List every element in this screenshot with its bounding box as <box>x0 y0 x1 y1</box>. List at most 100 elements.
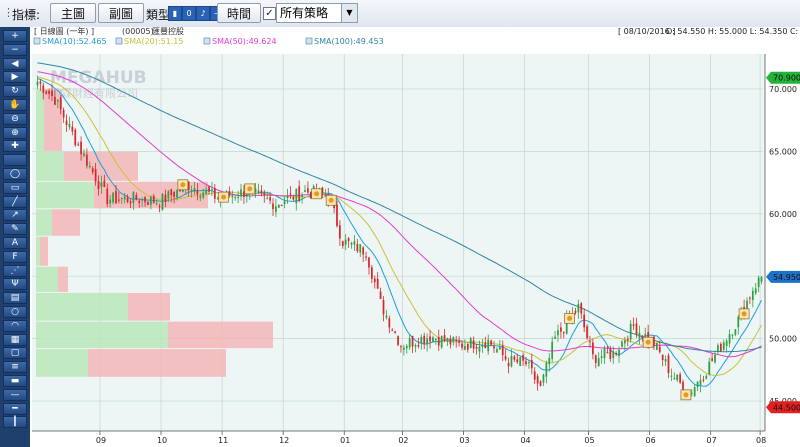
pitchfork-icon[interactable]: Ψ <box>3 278 27 291</box>
price-chart[interactable]: MEGAHUB 駿霖財經有限公司 [ 日線圖 (一年) ] (00005) 匯豐… <box>30 27 800 447</box>
candle-body <box>74 129 77 146</box>
zoom-out-icon[interactable]: ⊖ <box>3 112 27 125</box>
candle-body <box>661 354 664 361</box>
vline-icon[interactable]: ┃ <box>3 416 27 429</box>
candle-body <box>301 194 303 197</box>
strategy-checkbox[interactable]: ✓ <box>263 7 276 20</box>
candle-body <box>51 90 53 96</box>
refresh-icon[interactable]: ↻ <box>3 85 27 98</box>
hline-icon[interactable]: ━ <box>3 402 27 415</box>
left-arrow-icon[interactable]: ◀ <box>3 57 27 70</box>
candle-body <box>344 239 347 245</box>
candle-body <box>304 190 306 192</box>
line-icon[interactable]: ╱ <box>3 195 27 208</box>
candle-body <box>59 97 62 110</box>
legend-box[interactable] <box>203 37 211 45</box>
pan-icon[interactable]: ✋ <box>3 99 27 111</box>
candle-body <box>400 346 402 348</box>
label-icon[interactable]: ▢ <box>3 347 27 360</box>
cycle-icon[interactable]: ○ <box>3 306 27 318</box>
candle-body <box>757 277 760 288</box>
text-icon[interactable]: A <box>3 237 27 249</box>
channel-icon[interactable]: ▤ <box>3 292 27 305</box>
y-tick-label: 50.000 <box>769 335 797 344</box>
fan-icon[interactable]: ⋰ <box>3 264 27 277</box>
plus-icon[interactable]: + <box>3 30 27 42</box>
legend-box[interactable] <box>33 37 41 45</box>
candle-body <box>68 123 71 128</box>
candle-icon[interactable]: ▮ <box>168 6 182 21</box>
candle-body <box>167 191 170 199</box>
candle-body <box>580 303 583 314</box>
zoom-in-icon[interactable]: ⊕ <box>3 126 27 139</box>
ray-icon[interactable]: ↗ <box>3 209 27 222</box>
time-button[interactable]: 時間 <box>217 3 261 23</box>
x-tick-label: 06 <box>645 436 655 445</box>
candle-body <box>708 361 711 375</box>
pen-icon[interactable]: ✎ <box>3 223 27 236</box>
chevron-down-icon[interactable]: ▼ <box>341 4 357 22</box>
x-tick-label: 12 <box>279 436 289 445</box>
candle-body <box>356 244 359 252</box>
candle-body <box>408 338 411 348</box>
profile-buy-bar <box>36 292 128 321</box>
legend-box[interactable] <box>115 37 123 45</box>
signal-dot <box>314 191 320 197</box>
price-tag-label: 44.500 <box>773 403 800 412</box>
candle-body <box>638 332 641 339</box>
list-icon[interactable]: ≡ <box>3 361 27 374</box>
candle-body <box>211 188 213 190</box>
candle-body <box>237 196 239 198</box>
candle-body <box>54 96 56 105</box>
dash-icon[interactable]: — <box>3 388 27 401</box>
candle-body <box>65 120 68 125</box>
candle-body <box>734 329 737 335</box>
signal-dot <box>683 392 689 398</box>
candle-body <box>725 340 728 347</box>
ellipse-icon[interactable]: ◯ <box>3 168 27 180</box>
price-tag-label: 54.950 <box>773 273 800 282</box>
grid-icon[interactable]: ▦ <box>3 333 27 346</box>
candle-body <box>263 192 266 196</box>
profile-buy-bar <box>36 209 52 236</box>
candle-body <box>135 194 138 200</box>
candle-body <box>577 303 580 313</box>
candle-body <box>466 343 469 350</box>
strategy-select[interactable]: 所有策略 ▼ <box>276 3 358 23</box>
x-tick-label: 10 <box>157 436 167 445</box>
candle-body <box>618 349 620 357</box>
candle-body <box>545 362 548 377</box>
candle-body <box>164 194 167 202</box>
candle-body <box>600 356 603 358</box>
sub-chart-button[interactable]: 副圖 <box>98 3 144 23</box>
bar-icon[interactable]: ▬ <box>3 375 27 387</box>
candle-body <box>170 189 173 196</box>
candle-body <box>751 290 754 300</box>
candle-body <box>679 374 681 383</box>
candle-body <box>353 241 356 245</box>
candle-body <box>94 168 97 182</box>
digit-icon[interactable]: 0 <box>182 6 196 21</box>
minus-icon[interactable]: − <box>3 43 27 56</box>
candle-body <box>292 196 295 200</box>
fib-icon[interactable]: F <box>3 250 27 263</box>
right-arrow-icon[interactable]: ▶ <box>3 71 27 84</box>
candle-body <box>106 188 109 205</box>
candle-body <box>574 310 577 313</box>
candle-body <box>693 386 696 397</box>
crosshair-icon[interactable]: ✚ <box>3 140 27 153</box>
blank-icon[interactable] <box>3 154 27 167</box>
candle-body <box>507 362 510 367</box>
y-tick-label: 60.000 <box>769 210 797 219</box>
music-icon[interactable]: ♪ <box>196 6 210 21</box>
candle-body <box>475 347 478 349</box>
arc-icon[interactable]: ◠ <box>3 319 27 332</box>
candle-body <box>277 204 280 208</box>
candle-body <box>443 335 446 342</box>
rect-icon[interactable]: ▭ <box>3 181 27 194</box>
candle-body <box>594 355 597 363</box>
legend-box[interactable] <box>305 37 313 45</box>
candle-body <box>295 188 298 204</box>
main-chart-button[interactable]: 主圖 <box>50 3 96 23</box>
candle-body <box>423 335 426 344</box>
